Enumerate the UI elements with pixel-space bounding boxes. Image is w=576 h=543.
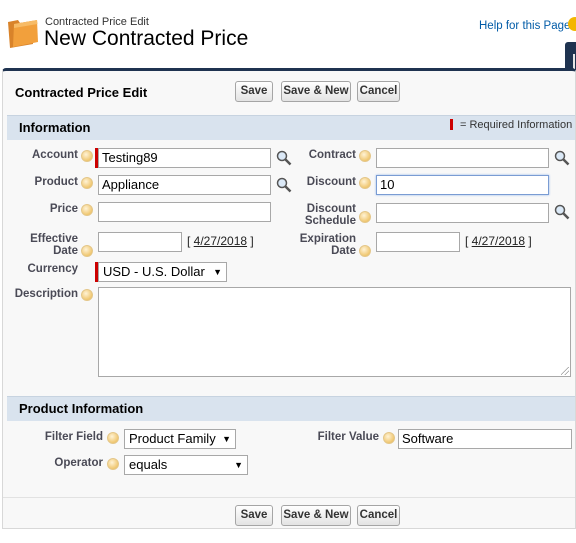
bottom-divider	[3, 497, 575, 498]
expiration-date-input[interactable]	[376, 232, 460, 252]
account-input[interactable]: Testing89	[98, 148, 271, 168]
effective-date-label-line1: Effective	[30, 233, 78, 245]
discount-schedule-info-icon	[359, 211, 371, 223]
discount-input[interactable]: 10	[376, 175, 549, 195]
filter-field-select-value: Product Family	[129, 431, 216, 446]
expiration-date-info-icon	[359, 245, 371, 257]
expiration-date-label-line2: Date	[331, 245, 356, 257]
price-label: Price	[49, 203, 78, 215]
required-legend: = Required Information	[460, 119, 573, 131]
expiration-date-today: [ 4/27/2018 ]	[465, 234, 532, 248]
filter-value-input[interactable]: Software	[398, 429, 572, 449]
operator-label: Operator	[54, 457, 103, 469]
currency-label: Currency	[27, 263, 79, 275]
account-label: Account	[32, 149, 78, 161]
contract-input[interactable]	[376, 148, 549, 168]
discount-schedule-label: Discount Schedule	[305, 203, 356, 227]
cancel-button-bottom[interactable]: Cancel	[357, 505, 400, 526]
filter-value-label: Filter Value	[317, 431, 379, 443]
currency-select[interactable]: USD - U.S. Dollar ▼	[98, 262, 227, 282]
save-new-button-bottom[interactable]: Save & New	[281, 505, 351, 526]
operator-info-icon	[107, 458, 119, 470]
account-info-icon	[81, 150, 93, 162]
product-information-section-title: Product Information	[19, 401, 144, 416]
cancel-button-top[interactable]: Cancel	[357, 81, 400, 102]
discount-label: Discount	[306, 176, 356, 188]
panel-title: Contracted Price Edit	[15, 85, 148, 100]
filter-field-info-icon	[107, 432, 119, 444]
filter-value-info-icon	[383, 432, 395, 444]
description-textarea[interactable]	[98, 287, 571, 377]
folder-icon	[8, 20, 38, 48]
discount-schedule-label-line1: Discount	[306, 203, 356, 215]
effective-date-label: Effective Date	[30, 233, 78, 257]
operator-select-value: equals	[129, 457, 168, 472]
operator-select[interactable]: equals ▼	[124, 455, 248, 475]
expiration-date-today-link[interactable]: 4/27/2018	[472, 234, 525, 248]
resize-grip-icon[interactable]	[561, 367, 569, 375]
product-info-icon	[81, 177, 93, 189]
help-icon[interactable]	[568, 17, 576, 31]
product-lookup-icon[interactable]	[276, 177, 292, 193]
filter-field-label: Filter Field	[44, 431, 103, 443]
contract-lookup-icon[interactable]	[554, 150, 570, 166]
save-new-button-top[interactable]: Save & New	[281, 81, 351, 102]
save-button-bottom[interactable]: Save	[235, 505, 273, 526]
effective-date-info-icon	[81, 245, 93, 257]
contract-label: Contract	[308, 149, 356, 161]
effective-date-label-line2: Date	[53, 245, 78, 257]
help-link[interactable]: Help for this Page	[479, 20, 570, 32]
account-lookup-icon[interactable]	[276, 150, 292, 166]
information-section-title: Information	[19, 120, 91, 135]
effective-date-today-link[interactable]: 4/27/2018	[194, 234, 247, 248]
description-label: Description	[14, 288, 78, 300]
discount-schedule-label-line2: Schedule	[304, 215, 356, 227]
save-button-top[interactable]: Save	[235, 81, 273, 102]
currency-select-value: USD - U.S. Dollar	[103, 264, 205, 279]
filter-field-select[interactable]: Product Family ▼	[124, 429, 236, 449]
chevron-down-icon: ▼	[234, 460, 243, 470]
effective-date-input[interactable]	[98, 232, 182, 252]
price-info-icon	[81, 204, 93, 216]
contract-info-icon	[359, 150, 371, 162]
discount-info-icon	[359, 177, 371, 189]
description-info-icon	[81, 289, 93, 301]
effective-date-today: [ 4/27/2018 ]	[187, 234, 254, 248]
product-label: Product	[34, 176, 78, 188]
chevron-down-icon: ▼	[213, 267, 222, 277]
discount-schedule-lookup-icon[interactable]	[554, 204, 570, 220]
required-indicator	[450, 119, 453, 130]
expiration-date-label-line1: Expiration	[299, 233, 356, 245]
chevron-down-icon: ▼	[222, 434, 231, 444]
price-input[interactable]	[98, 202, 271, 222]
discount-schedule-input[interactable]	[376, 203, 549, 223]
page-title: New Contracted Price	[44, 27, 249, 50]
product-input[interactable]: Appliance	[98, 175, 271, 195]
expiration-date-label: Expiration Date	[300, 233, 356, 257]
